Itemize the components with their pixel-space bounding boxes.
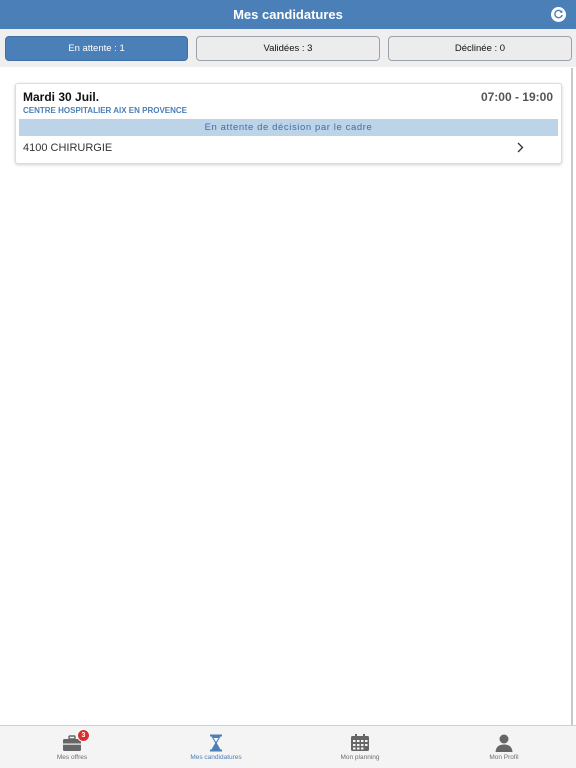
refresh-icon[interactable] [551,7,566,22]
status-banner: En attente de décision par le cadre [19,119,558,136]
card-date: Mardi 30 Juil. [23,90,100,104]
tabbar-label: Mes candidatures [190,754,242,761]
tabbar-label: Mes offres [56,754,88,761]
tabbar-item-mon-planning[interactable]: Mon planning [288,726,432,768]
bottom-tab-bar: 3 Mes offres Mes candidatures Mon planni… [0,725,576,768]
candidatures-list: Mardi 30 Juil. 07:00 - 19:00 CENTRE HOSP… [0,67,576,725]
scrollbar[interactable] [571,68,573,725]
tabbar-label: Mon Profil [489,754,519,761]
chevron-right-icon[interactable] [515,140,525,154]
tabbar-item-mes-candidatures[interactable]: Mes candidatures [144,726,288,768]
header-bar: Mes candidatures [0,0,576,29]
card-time: 07:00 - 19:00 [480,90,553,104]
calendar-icon [350,734,370,752]
card-hospital: CENTRE HOSPITALIER AIX EN PROVENCE [23,106,188,115]
tabbar-item-mon-profil[interactable]: Mon Profil [432,726,576,768]
page-title: Mes candidatures [233,7,343,22]
tab-en-attente[interactable]: En attente : 1 [5,36,188,61]
card-service: 4100 CHIRURGIE [23,142,113,154]
tab-declinee[interactable]: Déclinée : 0 [388,36,572,61]
user-icon [494,734,514,752]
hourglass-icon [206,734,226,752]
status-tabs: En attente : 1 Validées : 3 Déclinée : 0 [0,29,576,67]
candidature-card[interactable]: Mardi 30 Juil. 07:00 - 19:00 CENTRE HOSP… [15,83,562,164]
tab-validees[interactable]: Validées : 3 [196,36,380,61]
offers-count-badge: 3 [77,729,90,742]
tabbar-item-mes-offres[interactable]: 3 Mes offres [0,726,144,768]
tabbar-label: Mon planning [340,754,380,761]
